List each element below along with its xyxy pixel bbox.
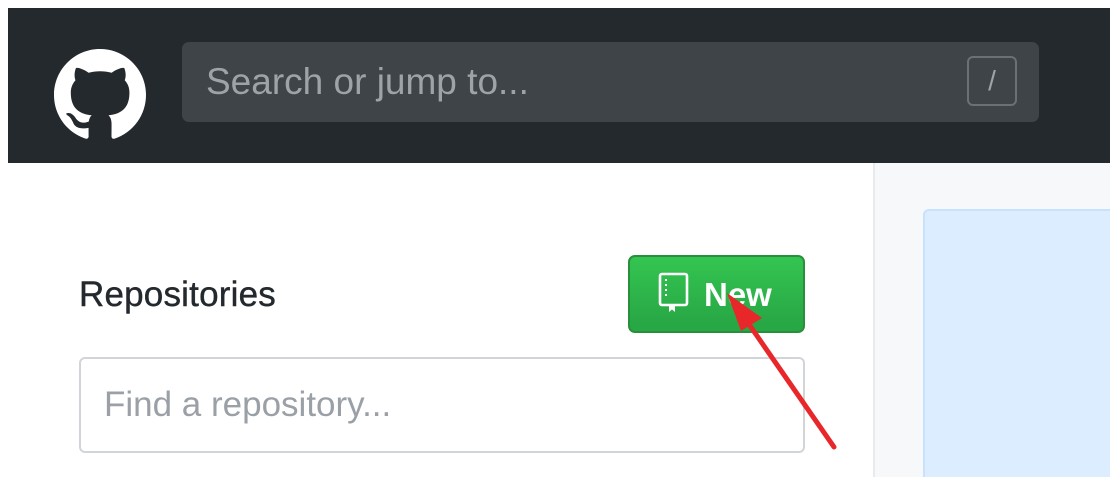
github-octocat-icon[interactable] xyxy=(54,49,146,141)
info-panel xyxy=(923,209,1110,477)
search-input[interactable] xyxy=(182,42,942,122)
find-repository-input[interactable] xyxy=(79,357,805,453)
dashboard-sidebar: Repositories New xyxy=(8,163,873,477)
new-button-label: New xyxy=(704,276,772,313)
repositories-heading: Repositories xyxy=(79,275,276,314)
keyboard-shortcut-badge: / xyxy=(967,56,1017,106)
repo-book-icon xyxy=(658,272,690,314)
github-dashboard: / Repositories New xyxy=(0,0,1110,477)
top-header: / xyxy=(8,8,1110,163)
new-repository-button[interactable]: New xyxy=(628,255,805,333)
search-bar[interactable]: / xyxy=(182,42,1039,122)
main-content-area xyxy=(873,163,1110,477)
